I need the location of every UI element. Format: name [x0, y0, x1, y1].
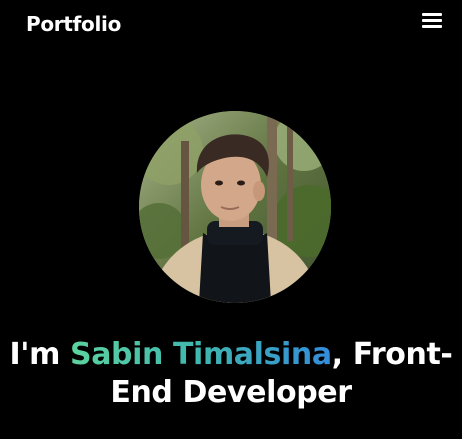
headline-line-1: I'm Sabin Timalsina, Front-: [0, 336, 462, 374]
menu-bar-bottom: [422, 25, 442, 28]
headline-role-start: , Front-: [331, 337, 453, 372]
profile-photo-illustration: [139, 111, 331, 303]
headline-greeting: I'm: [9, 337, 70, 372]
hamburger-menu-icon[interactable]: [419, 9, 445, 33]
headline-line-2: End Developer: [110, 375, 352, 410]
hero-headline: I'm Sabin Timalsina, Front- End Develope…: [0, 336, 462, 412]
brand-logo-text[interactable]: Portfolio: [26, 11, 121, 37]
developer-name: Sabin Timalsina: [69, 337, 332, 372]
top-navbar: Portfolio: [0, 0, 462, 50]
menu-bar-middle: [422, 19, 442, 22]
profile-avatar: [139, 111, 331, 303]
menu-bar-top: [422, 13, 442, 16]
portfolio-page: Portfolio I'm Sabin Timalsina, Front- En…: [0, 0, 462, 439]
